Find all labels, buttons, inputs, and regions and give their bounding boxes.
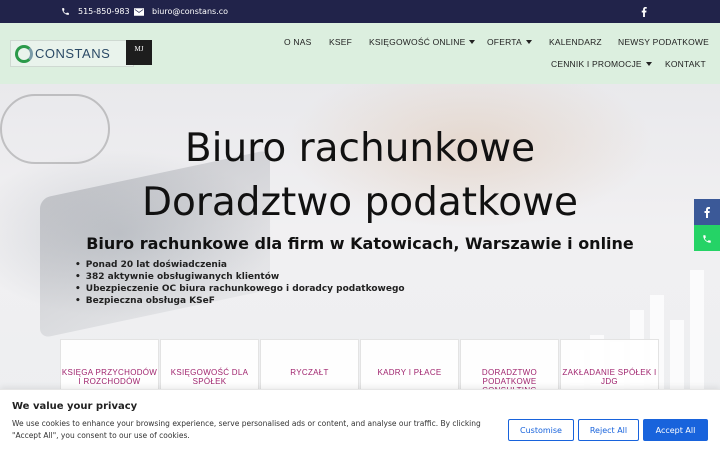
hero-title-line2: Doradztwo podatkowe <box>141 180 578 225</box>
nav-label: OFERTA <box>487 37 522 47</box>
reject-all-button[interactable]: Reject All <box>578 419 639 441</box>
nav-item-newsy-podatkowe[interactable]: NEWSY PODATKOWE <box>618 37 709 47</box>
customise-button[interactable]: Customise <box>508 419 574 441</box>
phone-number[interactable]: 515-850-983 <box>78 7 130 16</box>
accept-all-button[interactable]: Accept All <box>643 419 708 441</box>
side-facebook-button[interactable] <box>694 199 720 225</box>
facebook-link[interactable] <box>639 0 649 23</box>
cookie-title: We value your privacy <box>12 401 138 412</box>
cookie-consent-banner: We value your privacy We use cookies to … <box>0 389 720 450</box>
card-label: KSIĘGA PRZYCHODÓW I ROZCHODÓW <box>61 368 158 386</box>
chevron-down-icon <box>645 62 652 66</box>
nav-item-ksef[interactable]: KSEF <box>329 37 352 47</box>
phone-contact[interactable]: 515-850-983 <box>60 0 130 23</box>
nav-label: KALENDARZ <box>549 37 602 47</box>
card-label: ZAKŁADANIE SPÓŁEK I JDG <box>562 368 657 386</box>
card-label: RYCZAŁT <box>290 368 329 377</box>
nav-label: KSIĘGOWOŚĆ ONLINE <box>369 37 466 47</box>
cookie-description: We use cookies to enhance your browsing … <box>12 419 481 440</box>
chevron-down-icon <box>469 40 476 44</box>
email-address[interactable]: biuro@constans.co <box>152 7 228 16</box>
nav-item-kalendarz[interactable]: KALENDARZ <box>549 37 602 47</box>
list-item: Ubezpieczenie OC biura rachunkowego i do… <box>75 283 405 295</box>
top-contact-bar: 515-850-983 biuro@constans.co <box>0 0 720 23</box>
card-label: KSIĘGOWOŚĆ DLA SPÓŁEK <box>170 368 249 386</box>
chevron-down-icon <box>525 40 532 44</box>
phone-icon <box>60 7 70 17</box>
nav-item-o-nas[interactable]: O NAS <box>284 37 311 47</box>
nav-label: O NAS <box>284 37 312 47</box>
card-label: KADRY I PŁACE <box>377 368 442 377</box>
email-contact[interactable]: biuro@constans.co <box>134 0 228 23</box>
facebook-icon <box>639 6 649 17</box>
nav-item-oferta[interactable]: OFERTA <box>487 37 532 47</box>
nav-label: KSEF <box>329 37 353 47</box>
hero-bullet-list: Ponad 20 lat doświadczenia 382 aktywnie … <box>75 259 405 307</box>
phone-icon <box>702 229 712 248</box>
decor-bar <box>670 320 684 390</box>
list-item: Bezpieczna obsługa KSeF <box>75 295 405 307</box>
hero-subtitle: Biuro rachunkowe dla firm w Katowicach, … <box>86 234 634 253</box>
hero-title-line1: Biuro rachunkowe <box>184 126 536 171</box>
nav-label: KONTAKT <box>665 59 706 69</box>
envelope-icon <box>134 7 144 17</box>
nav-label: CENNIK I PROMOCJE <box>551 59 642 69</box>
site-header: CONSTANS MJ O NAS KSEF KSIĘGOWOŚĆ ONLINE… <box>0 23 720 84</box>
list-item: 382 aktywnie obsługiwanych klientów <box>75 271 405 283</box>
nav-label: NEWSY PODATKOWE <box>618 37 710 47</box>
nav-item-cennik-i-promocje[interactable]: CENNIK I PROMOCJE <box>551 59 652 69</box>
side-phone-button[interactable] <box>694 225 720 251</box>
list-item: Ponad 20 lat doświadczenia <box>75 259 405 271</box>
facebook-icon <box>704 203 710 222</box>
nav-item-ksiegowosc-online[interactable]: KSIĘGOWOŚĆ ONLINE <box>369 37 476 47</box>
nav-item-kontakt[interactable]: KONTAKT <box>665 59 706 69</box>
main-navigation: O NAS KSEF KSIĘGOWOŚĆ ONLINE OFERTA KALE… <box>0 23 720 84</box>
decor-bar <box>690 270 704 390</box>
